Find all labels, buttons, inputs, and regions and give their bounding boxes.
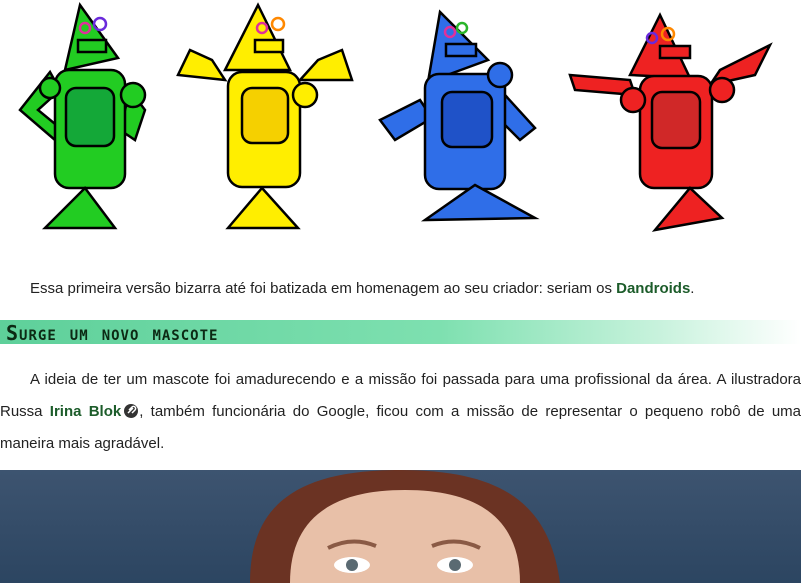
intro-text-end: .: [690, 280, 695, 297]
irina-blok-photo: [0, 470, 801, 583]
blue-robot: [378, 9, 540, 222]
body-paragraph: A ideia de ter um mascote foi amadurecen…: [0, 364, 801, 460]
intro-paragraph: Essa primeira versão bizarra até foi bat…: [0, 278, 801, 300]
red-robot: [568, 12, 773, 232]
section-heading: Surge um novo mascote: [6, 321, 219, 345]
dandroids-term: Dandroids: [616, 280, 691, 297]
yellow-robot: [176, 2, 354, 230]
intro-text: Essa primeira versão bizarra até foi bat…: [30, 280, 617, 297]
section-heading-bar: Surge um novo mascote: [0, 320, 801, 345]
link-icon[interactable]: [123, 403, 139, 419]
green-robot: [18, 2, 147, 230]
irina-blok-link[interactable]: Irina Blok: [50, 403, 121, 420]
dandroid-robots-illustration: [0, 0, 801, 258]
